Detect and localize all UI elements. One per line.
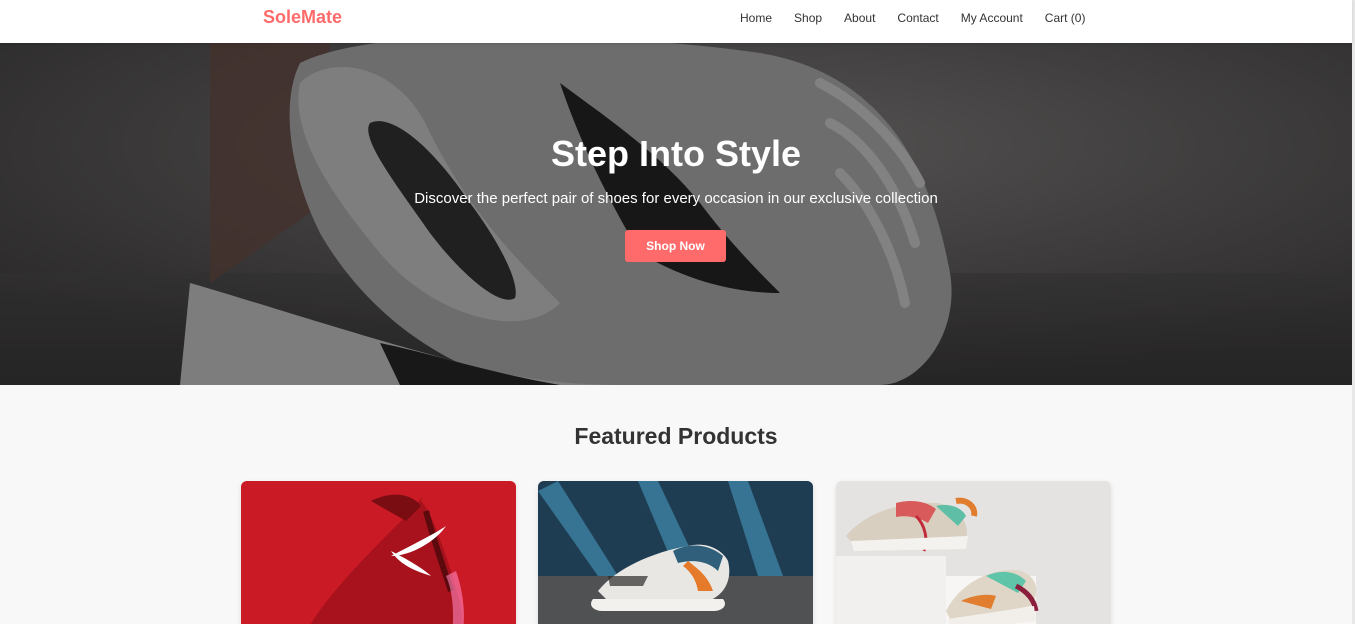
hero-banner: Step Into Style Discover the perfect pai… [0,43,1352,385]
product-card[interactable] [241,481,516,624]
hero-subtitle: Discover the perfect pair of shoes for e… [414,190,938,207]
brand-logo[interactable]: SoleMate [263,7,342,28]
page: SoleMate Home Shop About Contact My Acco… [0,0,1355,624]
product-image-colorful-sneakers[interactable] [836,481,1111,624]
nav-cart-link[interactable]: Cart (0) [1045,11,1086,25]
product-card[interactable] [836,481,1111,624]
nav-home-link[interactable]: Home [740,11,772,25]
nav-contact-link[interactable]: Contact [897,11,938,25]
nav-shop-link[interactable]: Shop [794,11,822,25]
shop-now-button[interactable]: Shop Now [625,230,726,262]
product-image-street-sneaker[interactable] [538,481,813,624]
featured-products-heading: Featured Products [574,423,778,449]
hero-overlay [0,43,1352,385]
nav-about-link[interactable]: About [844,11,875,25]
product-image-red-sneaker[interactable] [241,481,516,624]
hero-title: Step Into Style [550,133,802,174]
main-nav: Home Shop About Contact My Account Cart … [740,11,1085,25]
product-card[interactable] [538,481,813,624]
site-header: SoleMate Home Shop About Contact My Acco… [0,0,1352,43]
nav-my-account-link[interactable]: My Account [961,11,1023,25]
